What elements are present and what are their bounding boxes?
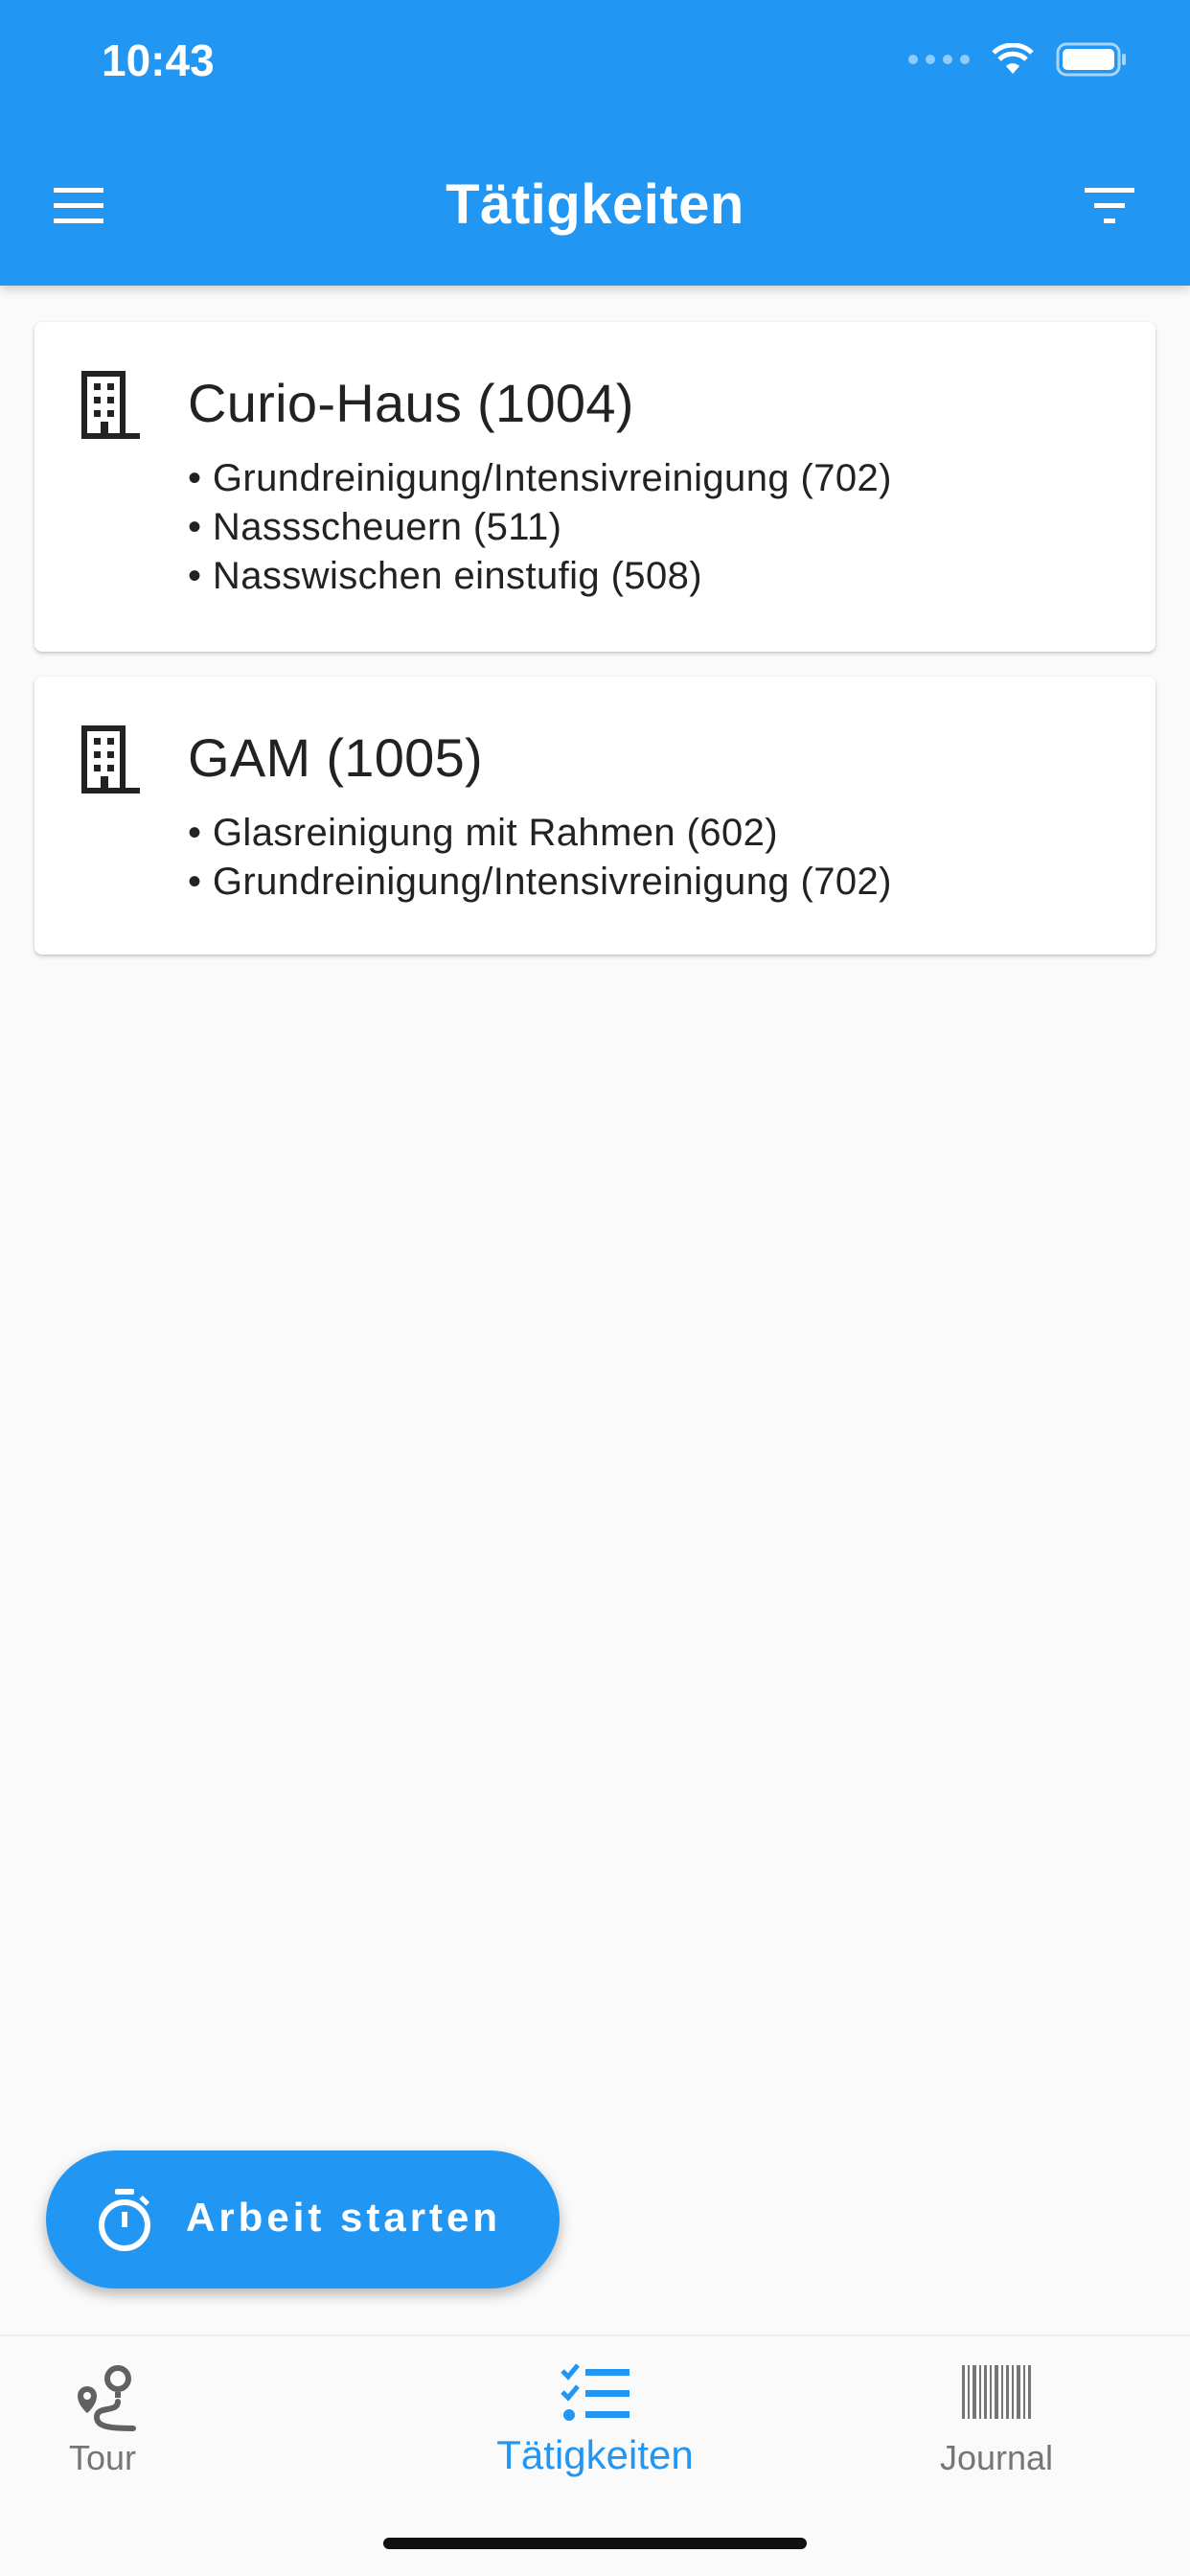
nav-item-journal[interactable]: Journal [793, 2336, 1190, 2509]
nav-item-tour[interactable]: Tour [0, 2336, 397, 2509]
status-time: 10:43 [102, 35, 215, 85]
task-item: Nasswischen einstufig (508) [188, 552, 892, 601]
barcode-icon [962, 2365, 1031, 2419]
app-screen: 10:43 Tätigkeiten Curio-Haus (1004) • Gr… [0, 0, 1190, 2576]
location-title: Curio-Haus (1004) [188, 373, 634, 433]
status-icons [908, 42, 1129, 77]
start-work-button[interactable]: Arbeit starten [46, 2150, 560, 2288]
checklist-icon [561, 2363, 629, 2421]
timer-icon [99, 2189, 150, 2251]
battery-icon [1056, 42, 1126, 77]
nav-label-journal: Journal [939, 2438, 1054, 2477]
location-title: GAM (1005) [188, 727, 483, 788]
start-work-label: Arbeit starten [186, 2195, 502, 2240]
route-icon [78, 2365, 136, 2431]
building-icon [81, 371, 140, 439]
task-item: Glasreinigung mit Rahmen (602) [188, 809, 892, 858]
wifi-icon [992, 43, 1034, 74]
filter-icon[interactable] [1079, 182, 1140, 228]
task-item: Grundreinigung/Intensivreinigung (702) [188, 858, 892, 907]
building-icon [81, 725, 140, 794]
location-card[interactable]: GAM (1005) Glasreinigung mit Rahmen (602… [34, 677, 1156, 954]
nav-item-taetigkeiten[interactable]: Tätigkeiten [397, 2336, 793, 2509]
nav-label-tour: Tour [68, 2438, 137, 2477]
app-bar: 10:43 Tätigkeiten [0, 0, 1190, 286]
page-title: Tätigkeiten [446, 173, 744, 236]
task-item: Nassscheuern (511) [188, 503, 892, 552]
task-list: Glasreinigung mit Rahmen (602) Grundrein… [188, 809, 892, 907]
nav-label-taetigkeiten: Tätigkeiten [496, 2432, 694, 2477]
home-indicator[interactable] [383, 2538, 807, 2549]
task-list: Grundreinigung/Intensivreinigung (702) N… [188, 454, 892, 601]
task-item: Grundreinigung/Intensivreinigung (702) [188, 454, 892, 503]
location-card[interactable]: Curio-Haus (1004) Grundreinigung/Intensi… [34, 322, 1156, 652]
signal-icon [908, 55, 970, 64]
